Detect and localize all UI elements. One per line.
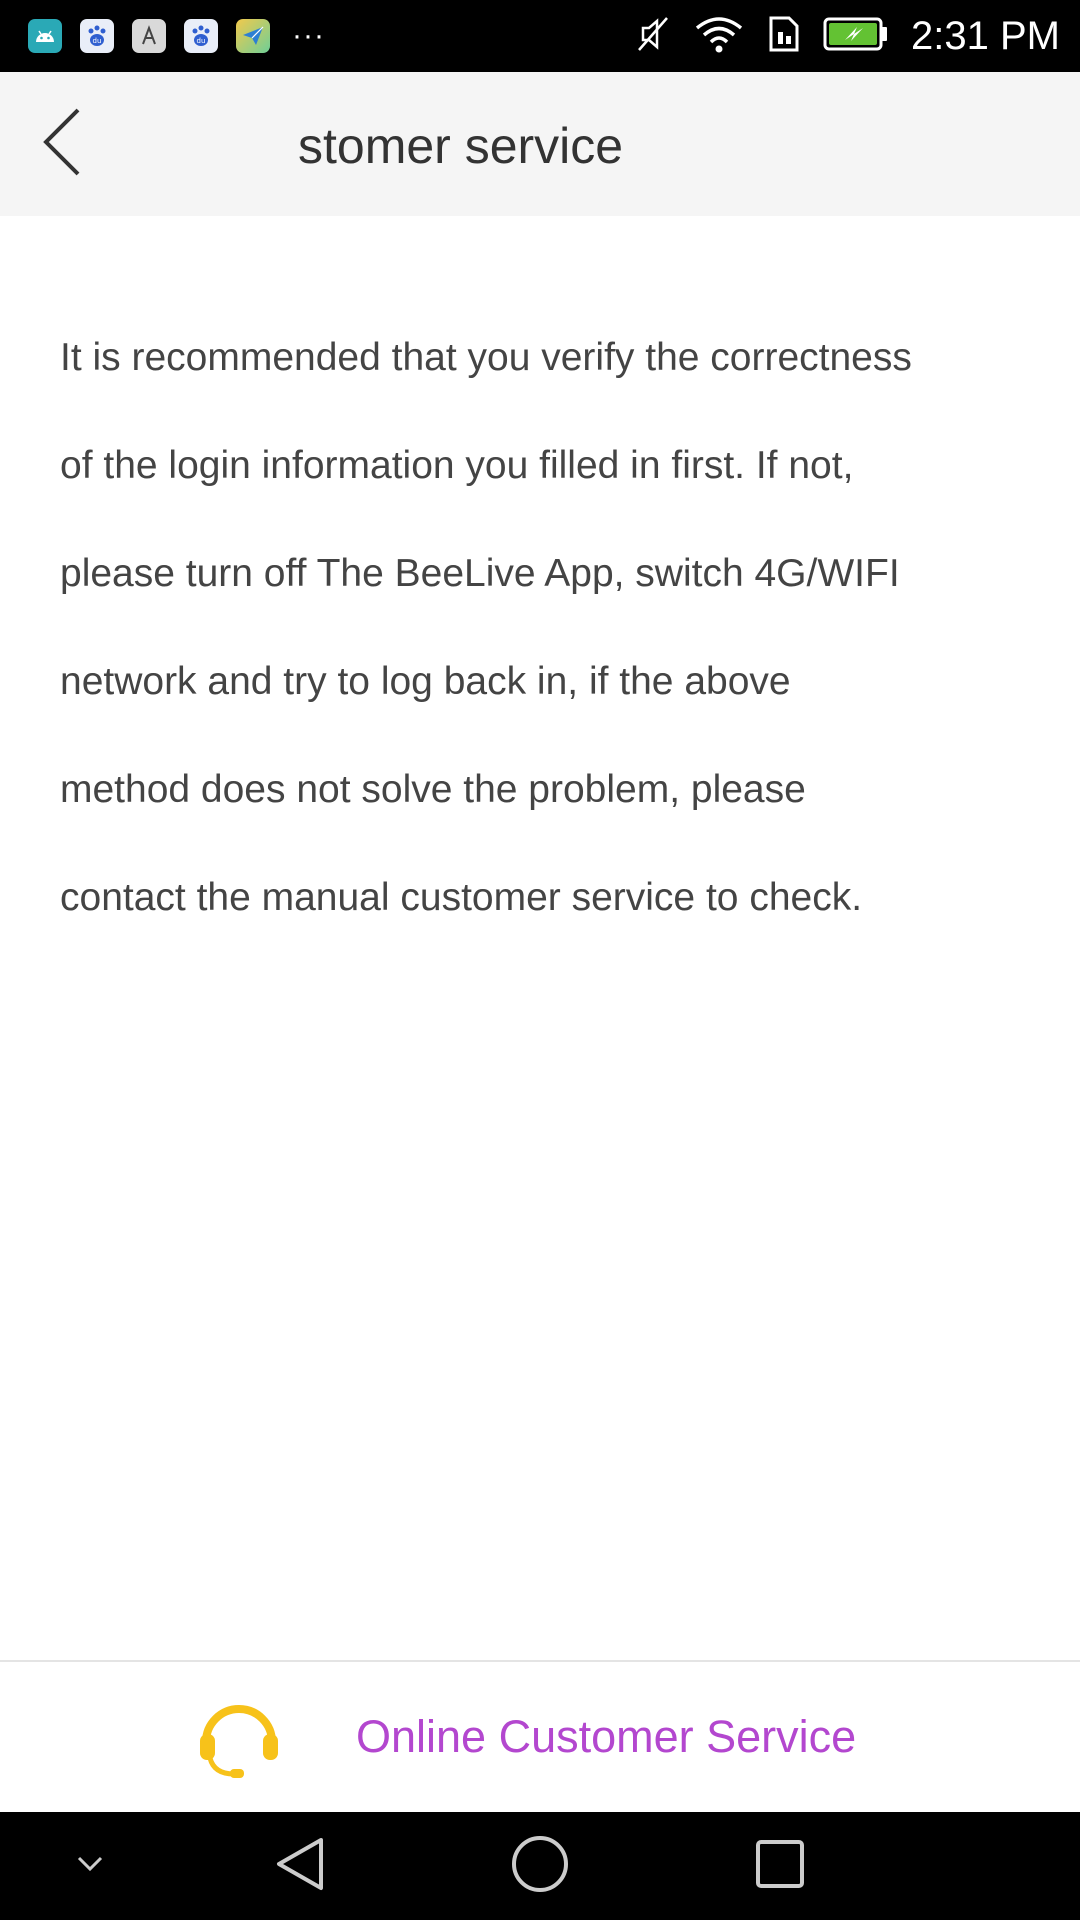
svg-text:du: du <box>197 37 206 45</box>
home-circle-icon <box>510 1834 570 1899</box>
status-bar: du du ··· 2:31 PM <box>0 0 1080 72</box>
svg-text:du: du <box>93 37 102 45</box>
recents-square-icon <box>754 1838 806 1895</box>
system-status-icons: 2:31 PM <box>635 14 1060 58</box>
headset-icon <box>196 1694 282 1780</box>
font-app-icon <box>132 19 166 53</box>
mute-icon <box>635 14 671 59</box>
status-time: 2:31 PM <box>911 13 1060 58</box>
nav-recents-button[interactable] <box>752 1834 808 1898</box>
message-line: please turn off The BeeLive App, switch … <box>60 552 900 595</box>
message-line: It is recommended that you verify the co… <box>60 336 912 379</box>
sim-icon <box>767 14 801 59</box>
back-button[interactable] <box>30 102 94 186</box>
android-app-icon <box>28 19 62 53</box>
navigation-bar <box>0 1812 1080 1920</box>
baidu-icon: du <box>184 19 218 53</box>
nav-home-button[interactable] <box>508 1834 572 1898</box>
online-customer-service-label: Online Customer Service <box>356 1711 857 1762</box>
wifi-icon <box>693 14 745 59</box>
message-line: contact the manual customer service to c… <box>60 876 863 919</box>
message-line: of the login information you filled in f… <box>60 444 854 487</box>
nav-back-button[interactable] <box>270 1834 330 1898</box>
message-line: method does not solve the problem, pleas… <box>60 768 806 811</box>
chevron-left-icon <box>40 106 84 183</box>
paper-plane-app-icon <box>236 19 270 53</box>
app-header: stomer service <box>0 72 1080 216</box>
help-message: It is recommended that you verify the co… <box>60 318 1020 966</box>
notification-icons: du du ··· <box>28 18 325 54</box>
more-notifications-indicator: ··· <box>292 19 325 52</box>
online-customer-service-button[interactable]: Online Customer Service <box>0 1662 1080 1812</box>
page-title: stomer service <box>298 118 624 174</box>
battery-charging-icon <box>823 16 889 57</box>
baidu-icon: du <box>80 19 114 53</box>
message-line: network and try to log back in, if the a… <box>60 660 791 703</box>
back-triangle-icon <box>273 1836 327 1897</box>
chevron-down-icon <box>75 1854 105 1879</box>
hide-nav-button[interactable] <box>70 1834 110 1898</box>
